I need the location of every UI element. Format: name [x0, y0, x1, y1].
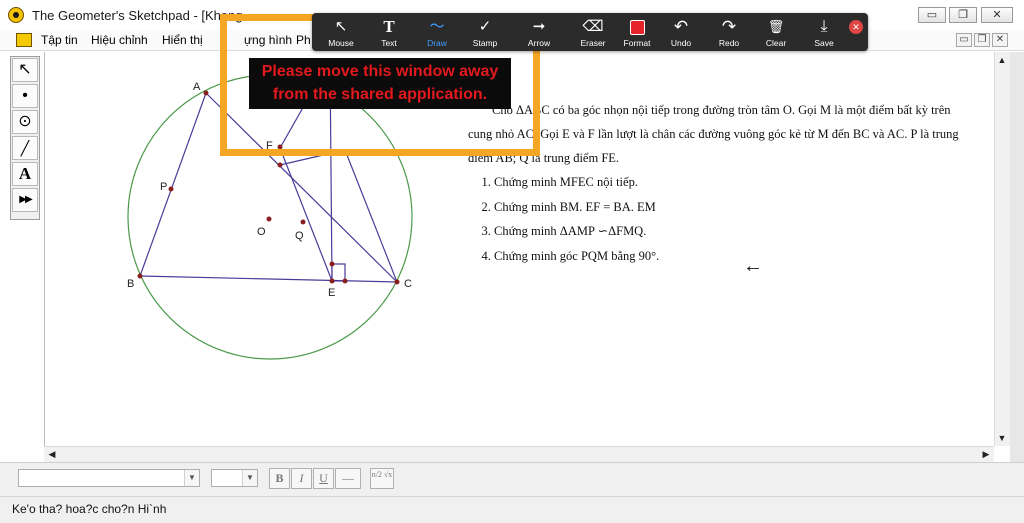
text-icon: T	[383, 17, 395, 36]
problem-text[interactable]: Cho ΔABC có ba góc nhọn nội tiếp trong đ…	[468, 98, 968, 268]
font-size-select[interactable]: ▼	[211, 469, 258, 487]
segment-ab	[139, 92, 207, 277]
problem-intro: Cho ΔABC có ba góc nhọn nội tiếp trong đ…	[468, 103, 959, 165]
vertical-scrollbar[interactable]	[994, 52, 1011, 446]
label-o: O	[257, 226, 266, 238]
label-b: B	[127, 278, 134, 290]
window-border	[1010, 52, 1024, 462]
annotate-redo-button[interactable]: ↷ Redo	[704, 13, 754, 51]
share-warning-line1: Please move this window away	[261, 63, 499, 80]
eraser-icon: ⌫	[582, 18, 604, 35]
problem-list: Chứng minh MFEC nội tiếp. Chứng minh BM.…	[468, 170, 968, 268]
arrow-right-icon: ➞	[532, 18, 546, 35]
problem-item: Chứng minh BM. EF = BA. EM	[494, 195, 968, 220]
bold-button[interactable]: B	[269, 468, 290, 489]
scroll-left-arrow[interactable]: ◀	[44, 446, 60, 462]
annotate-format-button[interactable]: Format	[612, 13, 662, 51]
point-b	[137, 273, 143, 279]
checkmark-icon: ✓	[478, 18, 492, 35]
share-warning-message: Please move this window away from the sh…	[249, 58, 511, 109]
point-e	[329, 278, 335, 284]
scroll-up-arrow[interactable]: ▲	[994, 52, 1010, 68]
annotate-text-button[interactable]: T Text	[364, 13, 414, 51]
share-warning-line2: from the shared application.	[272, 86, 488, 103]
draw-squiggle-icon: 〜	[429, 18, 445, 35]
scroll-down-arrow[interactable]: ▼	[994, 430, 1010, 446]
trash-icon: 🗑	[767, 19, 785, 34]
segment-bc	[139, 275, 398, 283]
segment-mc	[344, 149, 398, 283]
label-c: C	[404, 278, 412, 290]
download-icon: ⤓	[820, 18, 828, 35]
point-q	[300, 219, 306, 225]
annotate-mouse-button[interactable]: ↖ Mouse	[316, 13, 366, 51]
point-e2	[342, 278, 348, 284]
underline-button[interactable]: U	[313, 468, 334, 489]
annotate-draw-button[interactable]: 〜 Draw	[412, 13, 462, 51]
point-e3	[329, 261, 335, 267]
chevron-down-icon: ▼	[242, 470, 257, 486]
annotate-save-button[interactable]: ⤓ Save	[799, 13, 849, 51]
point-o	[266, 216, 272, 222]
redo-icon: ↷	[721, 17, 737, 36]
annotate-undo-button[interactable]: ↶ Undo	[656, 13, 706, 51]
label-e: E	[328, 287, 335, 299]
label-p: P	[160, 181, 167, 193]
label-a: A	[193, 81, 201, 93]
annotate-stamp-button[interactable]: ✓ Stamp	[460, 13, 510, 51]
scroll-right-arrow[interactable]: ▶	[978, 446, 994, 462]
mouse-pointer-icon: ↖	[334, 18, 348, 35]
point-c	[394, 279, 400, 285]
segment-fe	[279, 147, 333, 282]
annotate-clear-button[interactable]: 🗑 Clear	[751, 13, 801, 51]
annotate-arrow-button[interactable]: ➞ Arrow	[514, 13, 564, 51]
undo-icon: ↶	[673, 17, 689, 36]
annotate-eraser-button[interactable]: ⌫ Eraser	[568, 13, 618, 51]
problem-item: Chứng minh MFEC nội tiếp.	[494, 170, 968, 195]
point-f2	[277, 162, 283, 168]
label-q: Q	[295, 230, 304, 242]
problem-item: Chứng minh ΔAMP ∽ΔFMQ.	[494, 219, 968, 244]
color-swatch-icon	[612, 16, 662, 38]
math-format-button[interactable]: n/2 √x	[370, 468, 394, 489]
point-a	[203, 90, 209, 96]
italic-button[interactable]: I	[291, 468, 312, 489]
chevron-down-icon: ▼	[184, 470, 199, 486]
annotation-close-icon[interactable]: ✕	[849, 20, 863, 34]
problem-item: Chứng minh góc PQM bằng 90°.	[494, 244, 968, 269]
horizontal-scrollbar[interactable]	[44, 446, 994, 463]
font-select[interactable]: ▼	[18, 469, 200, 487]
status-text: Ke'o tha? hoa?c cho?n Hi`nh	[12, 502, 167, 516]
text-color-button[interactable]: —	[335, 468, 361, 489]
arrow-cursor-icon: ←	[743, 255, 763, 277]
right-angle-mark	[331, 263, 346, 282]
point-p	[168, 186, 174, 192]
